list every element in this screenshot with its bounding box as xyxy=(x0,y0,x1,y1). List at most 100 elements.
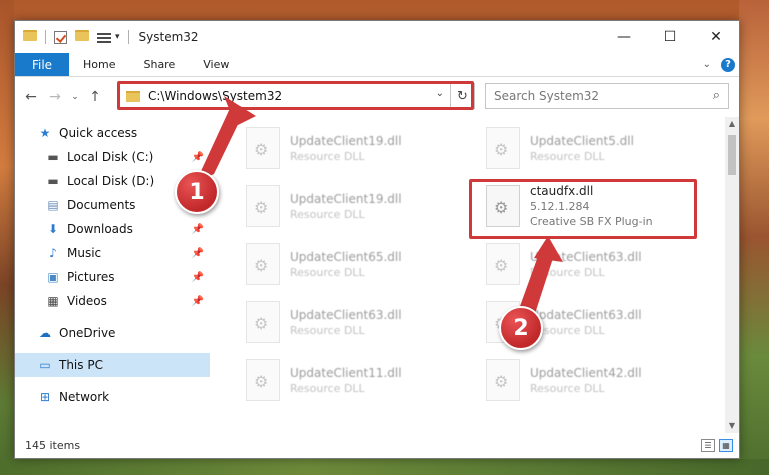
dll-file-icon xyxy=(246,359,280,401)
file-tile[interactable]: UpdateClient63.dllResource DLL xyxy=(486,237,706,291)
address-path[interactable]: C:\Windows\System32 xyxy=(148,89,282,103)
recent-dropdown-icon[interactable]: ⌄ xyxy=(67,92,83,102)
scroll-thumb[interactable] xyxy=(728,135,736,175)
address-bar[interactable]: C:\Windows\System32 ⌄ ↻ xyxy=(119,83,475,109)
window-controls: — ☐ ✕ xyxy=(601,21,739,53)
file-name: UpdateClient63.dll xyxy=(530,249,642,264)
step-one-badge: 1 xyxy=(175,170,219,214)
status-bar: 145 items ☰ ▦ xyxy=(15,433,739,458)
file-tile[interactable]: UpdateClient19.dllResource DLL xyxy=(246,121,466,175)
navigation-pane: ★ Quick access ▬ Local Disk (C:) 📌 ▬ Loc… xyxy=(15,117,210,420)
file-tile[interactable]: UpdateClient19.dllResource DLL xyxy=(246,179,466,233)
tiles-view-icon[interactable]: ▦ xyxy=(719,439,733,452)
documents-icon: ▤ xyxy=(47,198,59,212)
file-name: UpdateClient63.dll xyxy=(290,307,402,322)
sidebar-item-this-pc[interactable]: ▭ This PC xyxy=(15,353,210,377)
window-title: System32 xyxy=(138,30,199,44)
file-name: ctaudfx.dll xyxy=(530,184,594,198)
file-tile[interactable]: UpdateClient63.dllResource DLL xyxy=(246,295,466,349)
file-tile[interactable]: UpdateClient42.dllResource DLL xyxy=(486,353,706,407)
sidebar-item-downloads[interactable]: ⬇ Downloads 📌 xyxy=(15,217,210,241)
maximize-button[interactable]: ☐ xyxy=(647,21,693,53)
scroll-down-icon[interactable]: ▼ xyxy=(725,419,739,433)
folder-icon[interactable] xyxy=(23,30,37,44)
close-button[interactable]: ✕ xyxy=(693,21,739,53)
file-name: UpdateClient19.dll xyxy=(290,133,402,148)
file-name: UpdateClient63.dll xyxy=(530,307,642,322)
sidebar-item-local-disk-c[interactable]: ▬ Local Disk (C:) 📌 xyxy=(15,145,210,169)
new-folder-icon[interactable] xyxy=(75,30,89,44)
file-tile[interactable]: UpdateClient65.dllResource DLL xyxy=(246,237,466,291)
separator xyxy=(45,30,46,44)
address-dropdown-icon[interactable]: ⌄ xyxy=(436,88,444,99)
search-placeholder: Search System32 xyxy=(494,89,600,103)
downloads-icon: ⬇ xyxy=(47,222,59,236)
properties-check-icon[interactable] xyxy=(54,30,67,44)
title-bar: ▾ System32 — ☐ ✕ xyxy=(15,21,739,53)
computer-icon: ▭ xyxy=(39,358,51,372)
file-tile[interactable]: UpdateClient11.dllResource DLL xyxy=(246,353,466,407)
file-type: Resource DLL xyxy=(290,323,365,337)
dll-file-icon xyxy=(486,185,520,227)
dll-file-icon xyxy=(246,127,280,169)
desktop-background xyxy=(0,0,14,475)
tab-view[interactable]: View xyxy=(189,53,243,76)
minimize-button[interactable]: — xyxy=(601,21,647,53)
file-description: Creative SB FX Plug-in xyxy=(530,215,653,228)
separator xyxy=(127,30,129,44)
dll-file-icon xyxy=(486,243,520,285)
sidebar-item-music[interactable]: ♪ Music 📌 xyxy=(15,241,210,265)
pictures-icon: ▣ xyxy=(47,270,59,284)
forward-arrow-icon[interactable]: → xyxy=(43,89,67,105)
navigation-bar: ← → ⌄ ↑ C:\Windows\System32 ⌄ ↻ Search S… xyxy=(15,78,739,116)
vertical-scrollbar[interactable]: ▲ ▼ xyxy=(725,117,739,433)
dll-file-icon xyxy=(486,127,520,169)
sidebar-item-onedrive[interactable]: ☁ OneDrive xyxy=(15,321,210,345)
pin-icon[interactable]: 📌 xyxy=(192,272,204,283)
file-version: 5.12.1.284 xyxy=(530,200,590,213)
details-view-icon[interactable]: ☰ xyxy=(701,439,715,452)
search-icon[interactable]: ⌕ xyxy=(713,88,720,103)
pin-icon[interactable]: 📌 xyxy=(192,152,204,163)
file-name: UpdateClient42.dll xyxy=(530,365,642,380)
file-type: Resource DLL xyxy=(290,149,365,163)
drive-icon: ▬ xyxy=(47,174,59,188)
dll-file-icon xyxy=(486,359,520,401)
file-name: UpdateClient11.dll xyxy=(290,365,402,380)
dll-file-icon xyxy=(246,301,280,343)
ribbon-tabs: File Home Share View ⌄ ? xyxy=(15,53,739,77)
star-icon: ★ xyxy=(39,126,51,140)
scroll-up-icon[interactable]: ▲ xyxy=(725,117,739,131)
tab-file[interactable]: File xyxy=(15,53,69,76)
tab-home[interactable]: Home xyxy=(69,53,129,76)
file-name: UpdateClient65.dll xyxy=(290,249,402,264)
file-name: UpdateClient5.dll xyxy=(530,133,634,148)
up-arrow-icon[interactable]: ↑ xyxy=(83,89,107,105)
file-type: Resource DLL xyxy=(530,149,605,163)
search-input[interactable]: Search System32 ⌕ xyxy=(485,83,729,109)
file-type: Resource DLL xyxy=(290,265,365,279)
file-tile-ctaudfx[interactable]: ctaudfx.dll 5.12.1.284 Creative SB FX Pl… xyxy=(486,179,706,233)
pin-icon[interactable]: 📌 xyxy=(192,296,204,307)
sidebar-item-network[interactable]: ⊞ Network xyxy=(15,385,210,409)
view-options-icon[interactable] xyxy=(97,31,111,43)
refresh-icon[interactable]: ↻ xyxy=(450,84,474,108)
dll-file-icon xyxy=(246,185,280,227)
file-type: Resource DLL xyxy=(530,323,605,337)
file-list: UpdateClient19.dllResource DLL UpdateCli… xyxy=(220,117,725,427)
pin-icon[interactable]: 📌 xyxy=(192,224,204,235)
tab-share[interactable]: Share xyxy=(129,53,189,76)
explorer-window: ▾ System32 — ☐ ✕ File Home Share View ⌄ … xyxy=(14,20,740,459)
sidebar-item-videos[interactable]: ▦ Videos 📌 xyxy=(15,289,210,313)
network-icon: ⊞ xyxy=(39,390,51,404)
help-icon[interactable]: ? xyxy=(721,57,735,72)
desktop-background-right xyxy=(739,0,769,475)
item-count: 145 items xyxy=(25,439,81,452)
sidebar-item-quick-access[interactable]: ★ Quick access xyxy=(15,121,210,145)
pin-icon[interactable]: 📌 xyxy=(192,248,204,259)
file-tile[interactable]: UpdateClient5.dllResource DLL xyxy=(486,121,706,175)
sidebar-item-pictures[interactable]: ▣ Pictures 📌 xyxy=(15,265,210,289)
quick-access-dropdown-icon[interactable]: ▾ xyxy=(115,32,120,42)
back-arrow-icon[interactable]: ← xyxy=(19,89,43,105)
expand-ribbon-icon[interactable]: ⌄ xyxy=(703,59,711,70)
